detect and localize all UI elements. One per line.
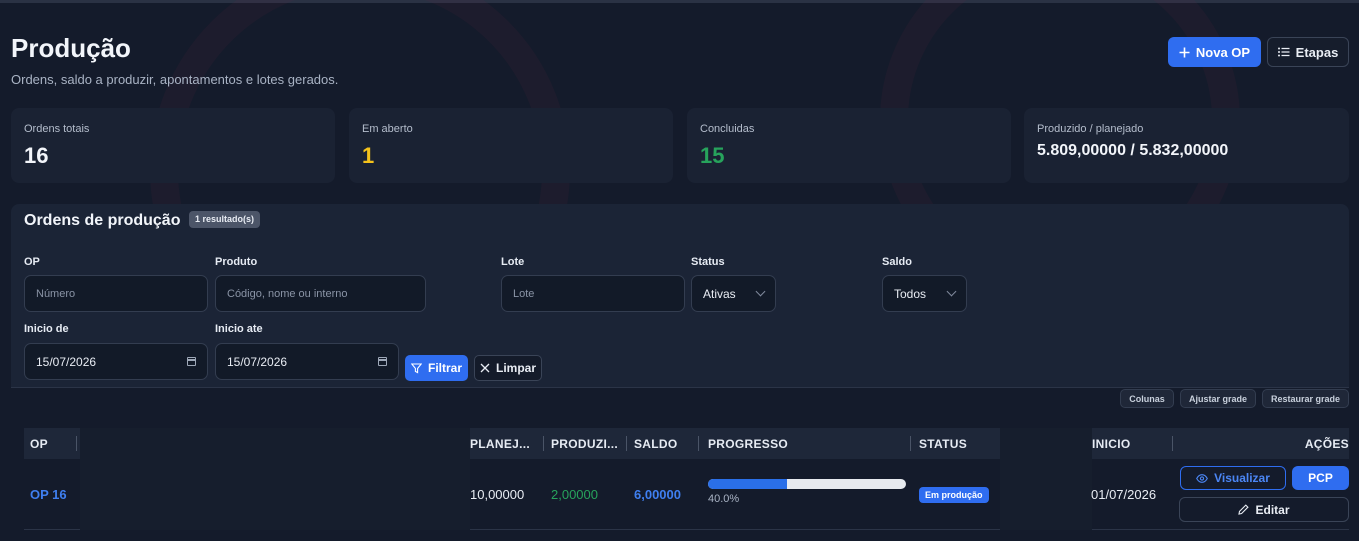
produced-value: 2,00000 <box>551 487 598 502</box>
col-status[interactable]: STATUS <box>919 437 967 451</box>
close-icon <box>480 363 490 373</box>
lot-filter-label: Lote <box>501 256 525 268</box>
list-icon <box>1277 47 1290 57</box>
plus-icon <box>1179 47 1190 57</box>
adjust-grid-button[interactable]: Ajustar grade <box>1180 389 1256 408</box>
start-date: 01/07/2026 <box>1091 487 1157 502</box>
chevron-down-icon <box>946 286 957 297</box>
column-divider[interactable] <box>1172 436 1173 451</box>
new-op-button[interactable]: Nova OP <box>1168 37 1261 67</box>
column-divider[interactable] <box>910 436 911 451</box>
panel-title: Ordens de produção <box>24 212 181 229</box>
progress-bar-fill <box>708 479 788 489</box>
col-produced[interactable]: PRODUZI... <box>551 437 618 451</box>
op-link[interactable]: OP 16 <box>30 487 67 502</box>
view-button[interactable]: Visualizar <box>1180 466 1286 490</box>
balance-select[interactable]: Todos <box>882 275 967 312</box>
summary-label: Produzido / planejado <box>1037 123 1144 135</box>
status-select[interactable]: Ativas <box>691 275 776 312</box>
restore-grid-button[interactable]: Restaurar grade <box>1262 389 1349 408</box>
page-title: Produção <box>11 33 131 63</box>
balance-filter-label: Saldo <box>882 256 912 268</box>
result-count-badge: 1 resultado(s) <box>189 211 261 228</box>
balance-select-value: Todos <box>894 286 927 301</box>
column-divider[interactable] <box>76 436 77 451</box>
start-from-label: Inicio de <box>24 323 69 335</box>
summary-label: Em aberto <box>362 123 413 135</box>
pcp-button[interactable]: PCP <box>1292 466 1349 490</box>
column-divider[interactable] <box>626 436 627 451</box>
product-filter-label: Produto <box>215 256 258 268</box>
redacted-region <box>1000 459 1092 530</box>
col-actions: AÇÕES <box>1304 437 1349 451</box>
col-op[interactable]: OP <box>30 437 48 451</box>
new-op-label: Nova OP <box>1195 44 1251 60</box>
col-planned[interactable]: PLANEJ... <box>470 437 530 451</box>
summary-card-produced: Produzido / planejado 5.809,00000 / 5.83… <box>1024 108 1349 183</box>
op-filter-label: OP <box>24 256 40 268</box>
eye-icon <box>1196 473 1209 483</box>
summary-value: 5.809,00000 / 5.832,00000 <box>1037 142 1229 159</box>
calendar-icon[interactable] <box>378 357 387 366</box>
edit-button[interactable]: Editar <box>1179 497 1349 522</box>
summary-card-done: Concluidas 15 <box>687 108 1011 183</box>
page-subtitle: Ordens, saldo a produzir, apontamentos e… <box>11 72 339 87</box>
redacted-region <box>80 428 470 459</box>
status-filter-label: Status <box>691 256 725 268</box>
summary-label: Concluidas <box>700 123 755 135</box>
table-header: OP PLANEJ... PRODUZI... SALDO PROGRESSO … <box>24 428 1349 459</box>
start-until-date-input[interactable]: 15/07/2026 <box>215 343 399 380</box>
columns-button[interactable]: Colunas <box>1120 389 1174 408</box>
summary-card-total: Ordens totais 16 <box>11 108 335 183</box>
view-label: Visualizar <box>1214 471 1270 485</box>
start-from-date-input[interactable]: 15/07/2026 <box>24 343 208 380</box>
column-divider[interactable] <box>698 436 699 451</box>
chevron-down-icon <box>755 286 766 297</box>
status-select-value: Ativas <box>703 286 736 301</box>
status-badge: Em produção <box>919 487 989 503</box>
steps-button[interactable]: Etapas <box>1267 37 1349 67</box>
funnel-icon <box>410 362 422 374</box>
col-balance[interactable]: SALDO <box>634 437 678 451</box>
redacted-region <box>80 459 470 530</box>
filter-button[interactable]: Filtrar <box>405 355 468 381</box>
redacted-region <box>1000 428 1092 459</box>
progress-bar <box>708 479 906 489</box>
pencil-icon <box>1238 504 1250 515</box>
filter-label: Filtrar <box>427 361 462 375</box>
clear-button[interactable]: Limpar <box>474 355 542 381</box>
start-until-label: Inicio ate <box>215 323 263 335</box>
summary-value: 1 <box>362 143 375 168</box>
lot-input[interactable]: Lote <box>501 275 685 312</box>
progress-text: 40.0% <box>708 493 740 505</box>
col-start[interactable]: INICIO <box>1092 437 1130 451</box>
steps-label: Etapas <box>1295 44 1339 60</box>
table-row: OP 16 10,00000 2,00000 6,00000 40.0% Em … <box>24 459 1349 530</box>
op-number-input[interactable]: Número <box>24 275 208 312</box>
summary-card-open: Em aberto 1 <box>349 108 673 183</box>
product-input[interactable]: Código, nome ou interno <box>215 275 426 312</box>
calendar-icon[interactable] <box>187 357 196 366</box>
summary-label: Ordens totais <box>24 123 90 135</box>
col-progress[interactable]: PROGRESSO <box>708 437 788 451</box>
start-from-value: 15/07/2026 <box>36 354 97 369</box>
summary-value: 15 <box>700 143 725 168</box>
start-until-value: 15/07/2026 <box>227 354 288 369</box>
column-divider[interactable] <box>543 436 544 451</box>
planned-value: 10,00000 <box>470 487 525 502</box>
summary-value: 16 <box>24 143 49 168</box>
clear-label: Limpar <box>495 361 536 375</box>
balance-value: 6,00000 <box>634 487 681 502</box>
edit-label: Editar <box>1255 502 1290 517</box>
